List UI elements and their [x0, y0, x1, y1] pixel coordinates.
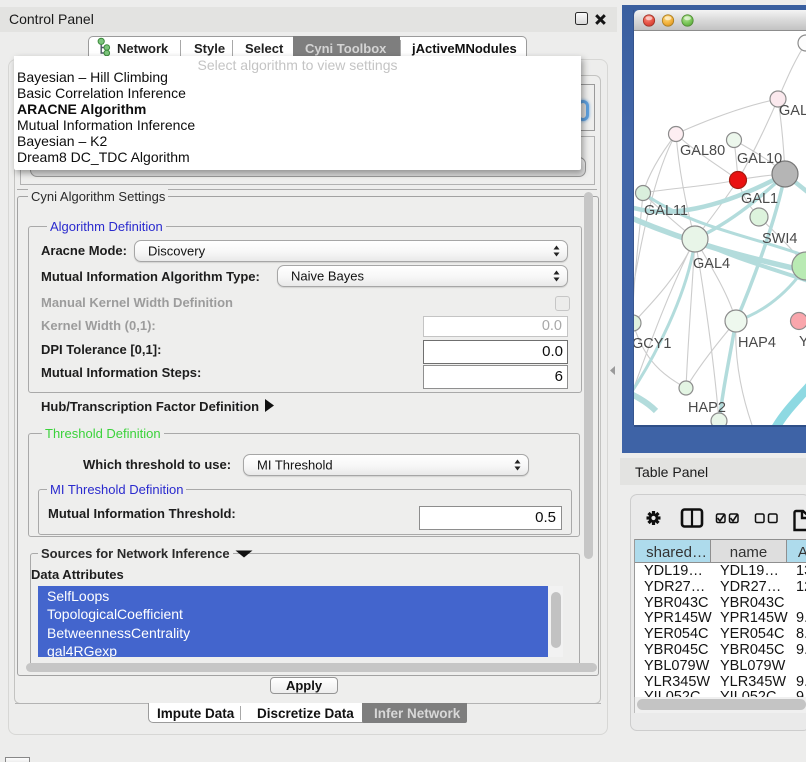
- svg-text:GAL10: GAL10: [737, 151, 782, 167]
- svg-text:GAL11: GAL11: [644, 203, 688, 219]
- svg-text:GAL4: GAL4: [693, 256, 730, 272]
- svg-text:GAL80: GAL80: [680, 143, 725, 159]
- svg-text:HAP2: HAP2: [688, 400, 726, 416]
- svg-text:HAP4: HAP4: [738, 335, 776, 351]
- svg-text:GAL1: GAL1: [741, 191, 778, 207]
- svg-text:GCY1: GCY1: [634, 336, 672, 352]
- svg-text:GAL: GAL: [779, 103, 806, 119]
- svg-text:Y: Y: [799, 334, 806, 350]
- svg-text:SWI4: SWI4: [762, 231, 797, 247]
